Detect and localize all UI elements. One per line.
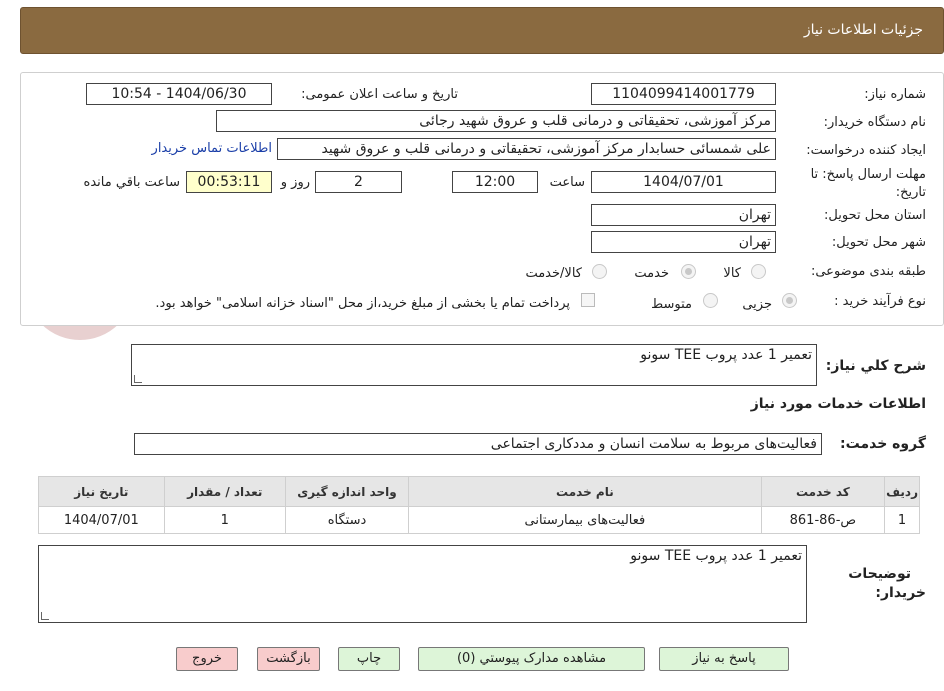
col-row-no: ردیف	[884, 476, 920, 507]
table-row: 1 ص-86-861 فعالیت‌های بیمارستانی دستگاه …	[38, 506, 920, 534]
resize-handle-icon[interactable]	[134, 375, 142, 383]
need-number-label: شماره نیاز:	[864, 87, 926, 102]
view-attachments-button[interactable]: مشاهده مدارک پیوستي (0)	[418, 647, 645, 671]
purchase-type-label: نوع فرآیند خرید :	[834, 294, 926, 309]
services-table: ردیف کد خدمت نام خدمت واحد اندازه گیری ت…	[38, 476, 920, 534]
need-number-field: 1104099414001779	[591, 83, 776, 105]
remaining-label: ساعت باقي مانده	[83, 175, 180, 190]
requester-label: ایجاد کننده درخواست:	[806, 143, 926, 158]
reply-button[interactable]: پاسخ به نیاز	[659, 647, 789, 671]
category-label: طبقه بندی موضوعی:	[810, 264, 926, 279]
deadline-time-label: ساعت	[549, 175, 585, 190]
category-service-label: خدمت	[634, 266, 669, 281]
print-button[interactable]: چاپ	[338, 647, 400, 671]
days-field: 2	[315, 171, 402, 193]
buyer-contact-link[interactable]: اطلاعات تماس خریدار	[152, 141, 272, 156]
province-field: تهران	[591, 204, 776, 226]
buyer-notes-text: تعمیر 1 عدد پروب TEE سونو	[630, 548, 802, 564]
deadline-date-field: 1404/07/01	[591, 171, 776, 193]
deadline-time-field: 12:00	[452, 171, 538, 193]
col-quantity: تعداد / مقدار	[163, 476, 286, 507]
col-need-date: تاریخ نیاز	[38, 476, 165, 507]
category-goods-label: کالا	[723, 266, 741, 281]
days-label: روز و	[280, 175, 310, 190]
category-goods-service-radio[interactable]	[592, 264, 607, 279]
cell-service-name: فعالیت‌های بیمارستانی	[408, 506, 762, 534]
summary-label: شرح کلي نیاز:	[825, 358, 926, 374]
city-field: تهران	[591, 231, 776, 253]
announce-field: 1404/06/30 - 10:54	[86, 83, 272, 105]
purchase-medium-radio[interactable]	[703, 293, 718, 308]
col-service-code: کد خدمت	[760, 476, 886, 507]
category-goods-radio[interactable]	[751, 264, 766, 279]
cell-unit: دستگاه	[284, 506, 410, 534]
buyer-notes-label: توضیحات	[848, 566, 911, 582]
cell-service-code: ص-86-861	[760, 506, 886, 534]
city-label: شهر محل تحویل:	[831, 235, 926, 250]
services-section-title: اطلاعات خدمات مورد نیاز	[750, 396, 926, 412]
resize-handle-icon[interactable]	[41, 612, 49, 620]
table-header-row: ردیف کد خدمت نام خدمت واحد اندازه گیری ت…	[38, 476, 920, 507]
deadline-label: مهلت ارسال پاسخ: تا	[810, 167, 926, 182]
summary-textarea: تعمیر 1 عدد پروب TEE سونو	[131, 344, 817, 386]
col-service-name: نام خدمت	[408, 476, 762, 507]
treasury-checkbox[interactable]	[581, 293, 595, 307]
page-header: جزئیات اطلاعات نیاز	[20, 7, 944, 54]
category-goods-service-label: کالا/خدمت	[525, 266, 582, 281]
remaining-time-field: 00:53:11	[186, 171, 272, 193]
buyer-org-field: مرکز آموزشی، تحقیقاتی و درمانی قلب و عرو…	[216, 110, 776, 132]
deadline-label-date: تاریخ:	[895, 185, 926, 200]
category-service-radio[interactable]	[681, 264, 696, 279]
purchase-minor-radio[interactable]	[782, 293, 797, 308]
exit-button[interactable]: خروج	[176, 647, 238, 671]
cell-row-no: 1	[884, 506, 920, 534]
purchase-minor-label: جزیی	[742, 297, 772, 312]
purchase-medium-label: متوسط	[651, 297, 692, 312]
back-button[interactable]: بازگشت	[257, 647, 320, 671]
announce-label: تاریخ و ساعت اعلان عمومی:	[301, 87, 458, 102]
cell-quantity: 1	[163, 506, 286, 534]
service-group-field: فعالیت‌های مربوط به سلامت انسان و مددکار…	[134, 433, 822, 455]
page-title: جزئیات اطلاعات نیاز	[803, 22, 923, 38]
province-label: استان محل تحویل:	[824, 208, 926, 223]
service-group-label: گروه خدمت:	[840, 436, 926, 452]
buyer-org-label: نام دستگاه خریدار:	[823, 115, 926, 130]
col-unit: واحد اندازه گیری	[284, 476, 410, 507]
requester-field: علی شمسائی حسابدار مرکز آموزشی، تحقیقاتی…	[277, 138, 776, 160]
payment-note: پرداخت تمام یا بخشی از مبلغ خرید،از محل …	[155, 296, 570, 311]
buyer-notes-label-2: خریدار:	[875, 585, 926, 601]
buyer-notes-textarea: تعمیر 1 عدد پروب TEE سونو	[38, 545, 807, 623]
summary-text: تعمیر 1 عدد پروب TEE سونو	[640, 347, 812, 363]
cell-need-date: 1404/07/01	[38, 506, 165, 534]
